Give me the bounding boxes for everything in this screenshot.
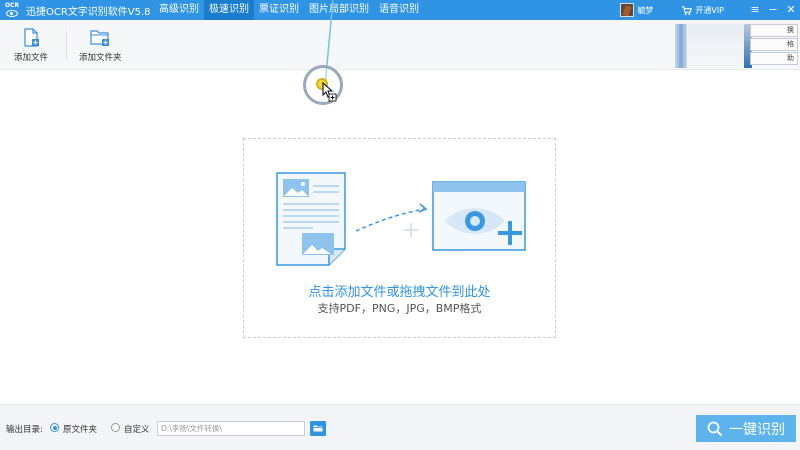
radio-original-folder[interactable] (50, 423, 59, 432)
add-folder-button[interactable]: 添加文件夹 (79, 28, 122, 63)
user-name[interactable]: 毓梦 (637, 5, 653, 16)
add-file-icon (24, 28, 39, 47)
browse-folder-button[interactable] (310, 421, 326, 436)
side-button-3[interactable]: 助 (750, 52, 798, 65)
side-panel: 换 格 助 (750, 24, 798, 68)
tab-voice[interactable]: 语音识别 (374, 0, 424, 20)
option-custom-label[interactable]: 自定义 (124, 423, 150, 435)
title-bar: OCR 迅捷OCR文字识别软件V5.8 高级识别 极速识别 票证识别 图片局部识… (0, 0, 800, 20)
logo-text: OCR (4, 2, 20, 9)
side-button-1[interactable]: 换 (750, 24, 798, 37)
document-icon (276, 172, 346, 266)
add-file-button[interactable]: 添加文件 (14, 28, 48, 63)
mouse-pointer-icon (322, 82, 337, 102)
option-original-label[interactable]: 原文件夹 (63, 423, 97, 435)
drop-zone[interactable]: 点击添加文件或拖拽文件到此处 支持PDF，PNG，JPG，BMP格式 (243, 138, 556, 338)
radio-custom[interactable] (111, 423, 120, 432)
preview-window-icon (432, 181, 526, 251)
minimize-icon[interactable]: − (764, 0, 782, 20)
search-icon (707, 421, 723, 436)
cart-icon[interactable] (681, 5, 693, 16)
tab-partial-image[interactable]: 图片局部识别 (304, 0, 374, 20)
add-folder-icon (90, 30, 110, 46)
avatar[interactable] (620, 3, 635, 17)
blurred-region (688, 24, 744, 68)
recognize-label: 一键识别 (729, 421, 785, 438)
toolbar-divider (66, 30, 67, 60)
drop-main-text: 点击添加文件或拖拽文件到此处 (308, 285, 491, 300)
toolbar: 添加文件 添加文件夹 换 格 助 (0, 20, 800, 70)
app-title: 迅捷OCR文字识别软件V5.8 (26, 6, 151, 18)
close-icon[interactable]: ✕ (782, 0, 800, 20)
output-path-input[interactable]: D:\李扬\文件转换\ (157, 421, 305, 436)
output-dir-label: 输出目录: (6, 425, 43, 435)
blurred-region (675, 24, 687, 68)
app-logo: OCR (2, 0, 22, 20)
tab-certificate[interactable]: 票证识别 (254, 0, 304, 20)
side-button-2[interactable]: 格 (750, 38, 798, 51)
folder-icon (313, 425, 323, 432)
eye-icon (6, 10, 18, 17)
bottom-bar: 输出目录: 原文件夹 自定义 D:\李扬\文件转换\ 一键识别 (0, 404, 800, 450)
add-folder-label: 添加文件夹 (79, 53, 122, 63)
add-file-label: 添加文件 (14, 53, 49, 63)
mode-tabs: 高级识别 极速识别 票证识别 图片局部识别 语音识别 (154, 0, 424, 20)
menu-icon[interactable]: ≡ (746, 0, 764, 20)
small-plus-icon (404, 223, 418, 237)
one-click-recognize-button[interactable]: 一键识别 (696, 415, 796, 442)
open-vip-link[interactable]: 开通VIP (695, 5, 724, 16)
arrow-icon (355, 208, 425, 232)
drop-sub-text: 支持PDF，PNG，JPG，BMP格式 (317, 302, 482, 315)
tab-fast[interactable]: 极速识别 (204, 0, 254, 20)
tab-advanced[interactable]: 高级识别 (154, 0, 204, 20)
